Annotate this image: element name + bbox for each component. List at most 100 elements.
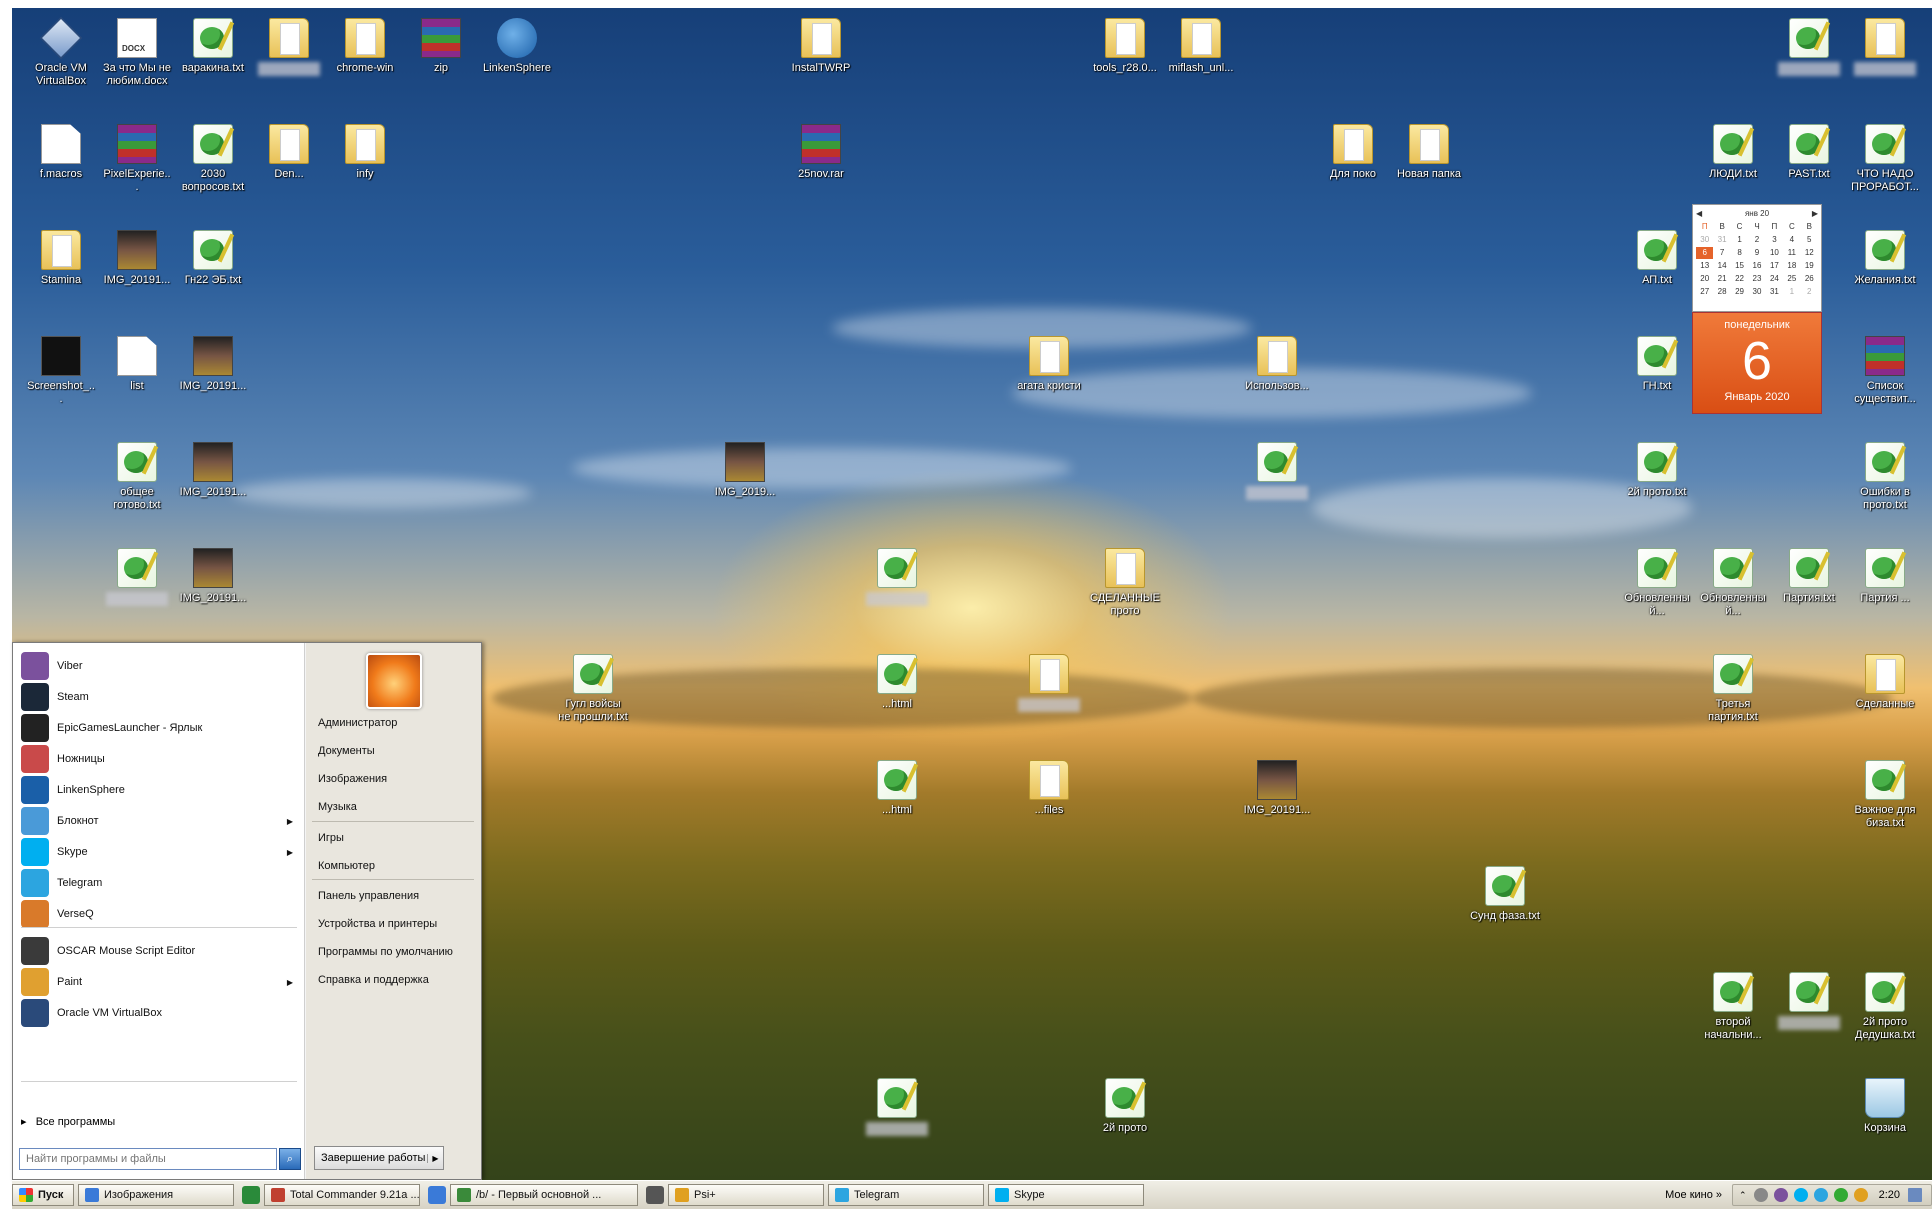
calendar-day[interactable]: 19	[1801, 260, 1818, 272]
prev-month-icon[interactable]: ◀	[1696, 209, 1702, 218]
start-menu-program[interactable]: Telegram	[21, 866, 301, 900]
desktop-icon[interactable]: Stamina	[26, 230, 96, 287]
viber-tray-icon[interactable]	[1773, 1188, 1788, 1202]
start-menu-place[interactable]: Игры	[318, 832, 344, 844]
desktop-icon[interactable]: 2030 вопросов.txt	[178, 124, 248, 194]
desktop-icon[interactable]	[1774, 972, 1844, 1034]
taskbar-window-button[interactable]: Изображения	[78, 1184, 234, 1206]
calendar-day[interactable]: 2	[1801, 286, 1818, 298]
desktop-icon[interactable]	[1014, 654, 1084, 716]
start-menu-program[interactable]: Steam	[21, 680, 301, 714]
calendar-day[interactable]: 4	[1783, 234, 1800, 246]
desktop-icon[interactable]: ГН.txt	[1622, 336, 1692, 393]
clock[interactable]: 2:20	[1879, 1189, 1900, 1201]
desktop-icon[interactable]: Корзина	[1850, 1078, 1920, 1135]
show-desktop-icon[interactable]	[1908, 1188, 1922, 1202]
desktop-icon[interactable]: infy	[330, 124, 400, 181]
toolbar-label[interactable]: Мое кино »	[1665, 1189, 1722, 1201]
calendar-day[interactable]: 23	[1748, 273, 1765, 285]
desktop-icon[interactable]: 2й прото.txt	[1622, 442, 1692, 499]
calendar-day[interactable]: 12	[1801, 247, 1818, 259]
calendar-day[interactable]: 30	[1696, 234, 1713, 246]
start-menu-place[interactable]: Компьютер	[318, 860, 375, 872]
desktop-icon[interactable]: АП.txt	[1622, 230, 1692, 287]
start-menu-program[interactable]: EpicGamesLauncher - Ярлык	[21, 711, 301, 745]
desktop-icon[interactable]: Сунд фаза.txt	[1470, 866, 1540, 923]
start-menu-program[interactable]: LinkenSphere	[21, 773, 301, 807]
calendar-day[interactable]: 20	[1696, 273, 1713, 285]
desktop-icon[interactable]	[862, 548, 932, 610]
desktop-icon[interactable]: Третья партия.txt	[1698, 654, 1768, 724]
calendar-day[interactable]: 15	[1731, 260, 1748, 272]
calendar-day[interactable]: 14	[1713, 260, 1730, 272]
desktop-icon[interactable]: 2й прото Дедушка.txt	[1850, 972, 1920, 1042]
desktop-icon[interactable]: общее готово.txt	[102, 442, 172, 512]
desktop-icon[interactable]: Партия ...	[1850, 548, 1920, 605]
start-menu-program[interactable]: Viber	[21, 649, 301, 683]
search-icon[interactable]: ⌕	[279, 1148, 301, 1170]
desktop-icon[interactable]: 25nov.rar	[786, 124, 856, 181]
desktop-icon[interactable]: IMG_20191...	[178, 442, 248, 499]
status-tray-icon[interactable]	[1833, 1188, 1848, 1202]
desktop-icon[interactable]: Партия.txt	[1774, 548, 1844, 605]
desktop-icon[interactable]: варакина.txt	[178, 18, 248, 75]
calendar-day[interactable]: 22	[1731, 273, 1748, 285]
desktop-icon[interactable]: PixelExperie...	[102, 124, 172, 194]
quick-launch-icon[interactable]	[646, 1186, 664, 1204]
desktop-icon[interactable]: За что Мы не любим.docx	[102, 18, 172, 88]
calendar-day[interactable]: 1	[1731, 234, 1748, 246]
start-menu-program[interactable]: Ножницы	[21, 742, 301, 776]
desktop-icon[interactable]: второй начальни...	[1698, 972, 1768, 1042]
start-menu-program[interactable]: Paint ▶	[21, 965, 301, 999]
taskbar-window-button[interactable]: Telegram	[828, 1184, 984, 1206]
next-month-icon[interactable]: ▶	[1812, 209, 1818, 218]
desktop-icon[interactable]: LinkenSphere	[482, 18, 552, 75]
start-menu-place[interactable]: Панель управления	[318, 890, 419, 902]
calendar-day[interactable]: 10	[1766, 247, 1783, 259]
shutdown-options-arrow-icon[interactable]: ▶	[427, 1153, 443, 1163]
start-menu-program[interactable]: OSCAR Mouse Script Editor	[21, 934, 301, 968]
desktop-icon[interactable]: IMG_20191...	[178, 336, 248, 393]
desktop-icon[interactable]: ЧТО НАДО ПРОРАБОТ...	[1850, 124, 1920, 194]
calendar-day[interactable]: 7	[1713, 247, 1730, 259]
desktop-icon[interactable]: ...html	[862, 760, 932, 817]
desktop-icon[interactable]: Гн22 ЭБ.txt	[178, 230, 248, 287]
calendar-day[interactable]: 5	[1801, 234, 1818, 246]
calendar-day[interactable]: 30	[1748, 286, 1765, 298]
volume-icon[interactable]	[1753, 1188, 1768, 1202]
desktop-icon[interactable]: Гугл войсы не прошли.txt	[558, 654, 628, 724]
desktop-icon[interactable]	[254, 18, 324, 80]
taskbar-window-button[interactable]: Total Commander 9.21a ...	[264, 1184, 420, 1206]
desktop-icon[interactable]: InstalTWRP	[786, 18, 856, 75]
desktop-icon[interactable]: IMG_2019...	[710, 442, 780, 499]
calendar-day[interactable]: 16	[1748, 260, 1765, 272]
skype-tray-icon[interactable]	[1793, 1188, 1808, 1202]
desktop-icon[interactable]: zip	[406, 18, 476, 75]
start-search-input[interactable]	[19, 1148, 277, 1170]
calendar-day[interactable]: 26	[1801, 273, 1818, 285]
calendar-day[interactable]: 25	[1783, 273, 1800, 285]
desktop-icon[interactable]: ...html	[862, 654, 932, 711]
calendar-day[interactable]: 27	[1696, 286, 1713, 298]
desktop-icon[interactable]: агата кристи	[1014, 336, 1084, 393]
calendar-day[interactable]: 21	[1713, 273, 1730, 285]
desktop-icon[interactable]: Oracle VM VirtualBox	[26, 16, 96, 88]
calendar-day[interactable]: 9	[1748, 247, 1765, 259]
start-menu-place[interactable]: Документы	[318, 745, 375, 757]
calendar-day[interactable]: 2	[1748, 234, 1765, 246]
desktop-icon[interactable]: Screenshot_...	[26, 336, 96, 406]
calendar-day[interactable]: 11	[1783, 247, 1800, 259]
star-tray-icon[interactable]	[1853, 1188, 1868, 1202]
desktop-icon[interactable]: IMG_20191...	[1242, 760, 1312, 817]
start-menu-place[interactable]: Изображения	[318, 773, 387, 785]
start-menu-program[interactable]: Блокнот ▶	[21, 804, 301, 838]
desktop-icon[interactable]: f.macros	[26, 124, 96, 181]
start-menu-program[interactable]: Skype ▶	[21, 835, 301, 869]
calendar-gadget[interactable]: ◀ янв 20 ▶ П В С Ч П С В 30 31 1 2 3 4 5 6 7 8 9 10 11 12 13 1…	[1692, 204, 1822, 414]
desktop-icon[interactable]: IMG_20191...	[102, 230, 172, 287]
desktop-icon[interactable]	[102, 548, 172, 610]
desktop-icon[interactable]: Ошибки в прото.txt	[1850, 442, 1920, 512]
quick-launch-icon[interactable]	[242, 1186, 260, 1204]
desktop-icon[interactable]: Список существит...	[1850, 336, 1920, 406]
taskbar-window-button[interactable]: Skype	[988, 1184, 1144, 1206]
